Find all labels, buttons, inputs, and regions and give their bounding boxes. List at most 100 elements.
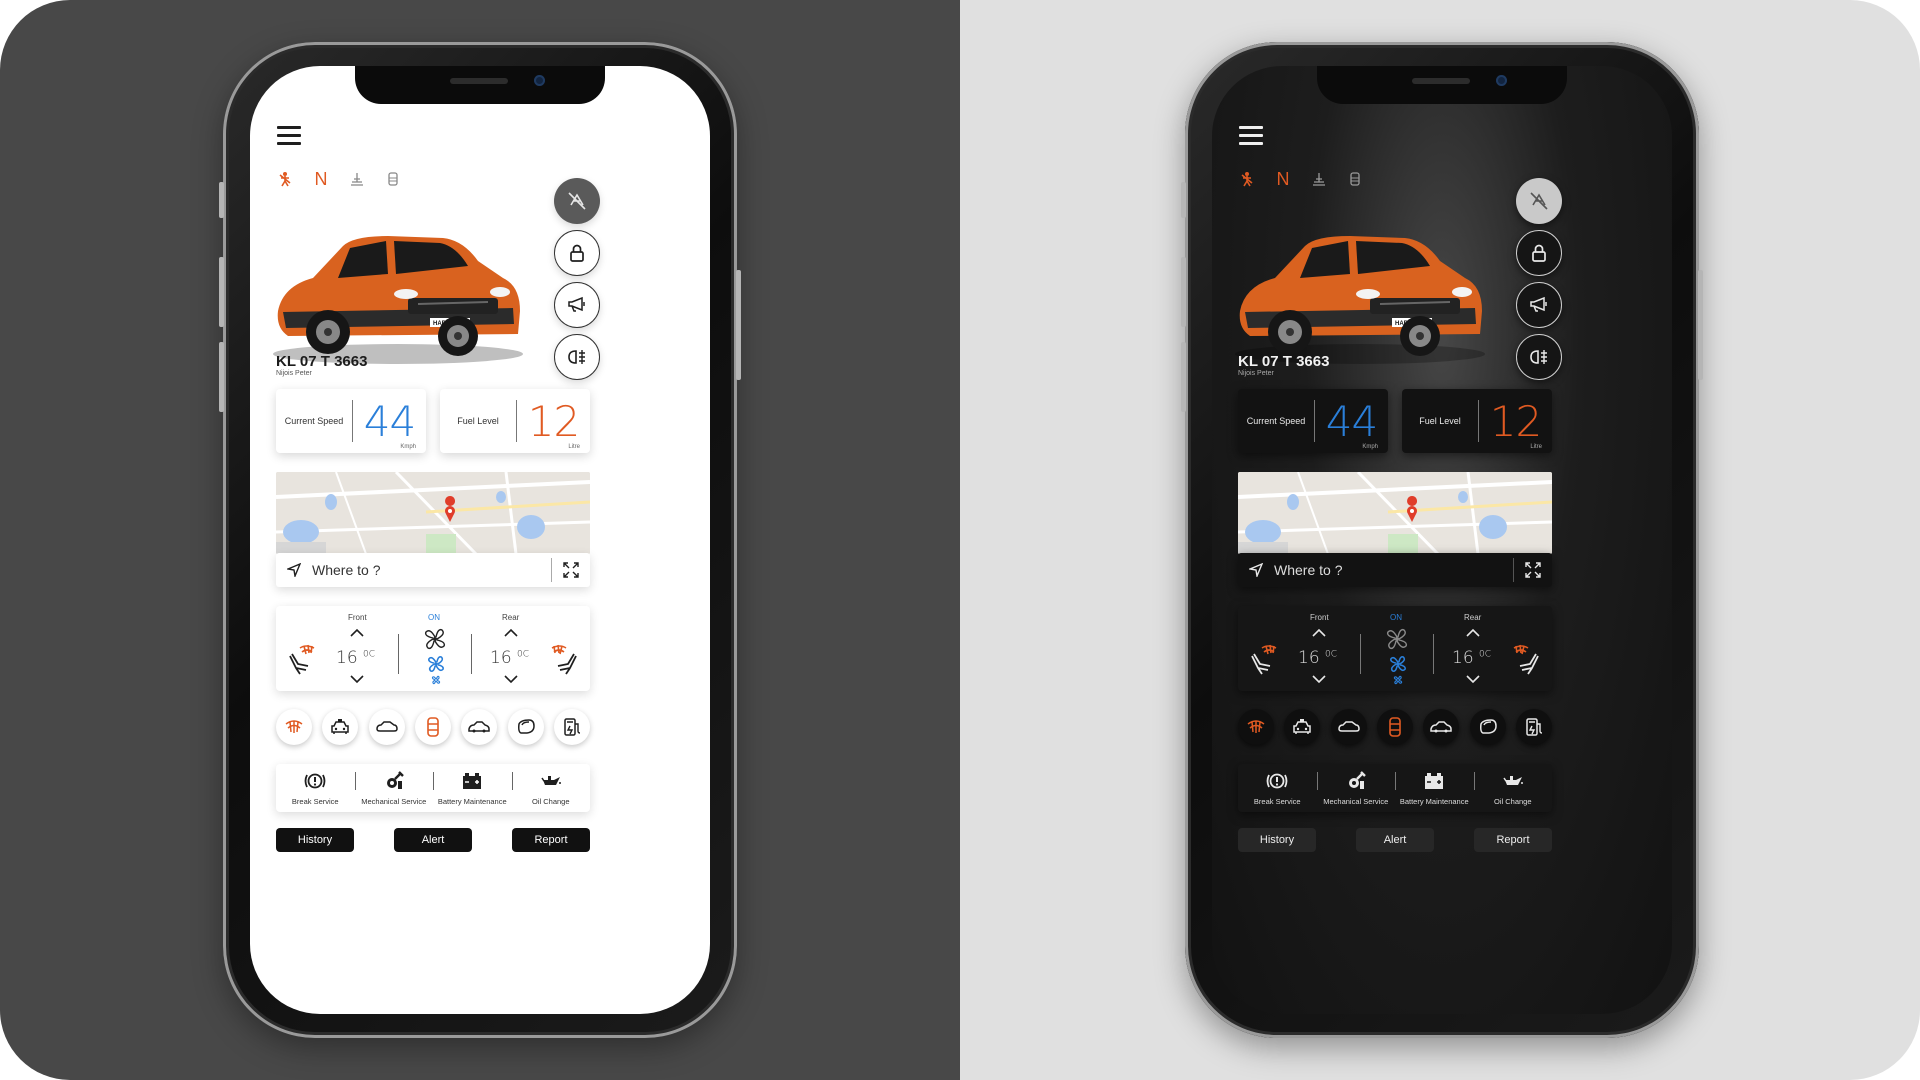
fan-blue-icon xyxy=(1390,656,1406,672)
speed-unit: Kmph xyxy=(400,444,416,450)
mechanical-service-item[interactable]: Mechanical Service xyxy=(1316,764,1396,812)
history-button[interactable]: History xyxy=(276,828,354,852)
lock-button[interactable] xyxy=(1516,230,1562,276)
horn-button[interactable] xyxy=(554,282,600,328)
car-top-button[interactable] xyxy=(368,709,405,745)
rear-defrost-icon xyxy=(1247,720,1265,733)
report-button[interactable]: Report xyxy=(512,828,590,852)
car-seat-button[interactable] xyxy=(414,709,451,745)
owner-name: Nijois Peter xyxy=(1238,370,1274,377)
fuel-level-card: Fuel Level 12 Litre xyxy=(440,389,590,453)
service-panel: Break Service Mechanical Service Battery… xyxy=(276,764,590,812)
power-button xyxy=(736,270,741,380)
fuel-level-card: Fuel Level 12 Litre xyxy=(1402,389,1552,453)
battery-maintenance-label: Battery Maintenance xyxy=(437,796,507,806)
fuel-label: Fuel Level xyxy=(1419,416,1461,426)
engine-off-icon xyxy=(1530,192,1548,210)
engine-off-button[interactable] xyxy=(554,178,600,224)
taxi-button[interactable] xyxy=(322,709,359,745)
fuel-value: 12 xyxy=(1489,396,1542,446)
quick-actions-row xyxy=(1238,709,1552,745)
hamburger-menu-icon[interactable] xyxy=(277,125,301,145)
expand-map-icon[interactable] xyxy=(1514,562,1552,578)
destination-search[interactable]: Where to ? xyxy=(1238,553,1552,587)
break-service-item[interactable]: Break Service xyxy=(276,764,355,812)
front-temp-down-chevron-icon[interactable] xyxy=(350,674,364,684)
wrench-gear-icon xyxy=(386,770,404,789)
search-placeholder[interactable]: Where to ? xyxy=(312,562,551,578)
front-temp-up-chevron-icon[interactable] xyxy=(350,628,364,638)
horn-button[interactable] xyxy=(1516,282,1562,328)
bottom-actions: History Alert Report xyxy=(1238,828,1552,852)
break-service-label: Break Service xyxy=(291,796,339,806)
search-placeholder[interactable]: Where to ? xyxy=(1274,562,1513,578)
mute-switch xyxy=(1181,182,1186,218)
oil-change-item[interactable]: Oil Change xyxy=(511,764,591,812)
front-temp-down-chevron-icon[interactable] xyxy=(1312,674,1326,684)
battery-maintenance-item[interactable]: Battery Maintenance xyxy=(1395,764,1474,812)
rear-temp-down-chevron-icon[interactable] xyxy=(1466,674,1480,684)
mirror-button[interactable] xyxy=(1469,709,1506,745)
fan-speed-icon[interactable] xyxy=(422,626,448,652)
history-button[interactable]: History xyxy=(1238,828,1316,852)
presentation-canvas: N HARRIER xyxy=(0,0,1920,1080)
destination-search[interactable]: Where to ? xyxy=(276,553,590,587)
car-side-button[interactable] xyxy=(1423,709,1460,745)
break-service-item[interactable]: Break Service xyxy=(1238,764,1317,812)
fuel-door-button[interactable] xyxy=(1515,709,1552,745)
fuel-door-button[interactable] xyxy=(553,709,590,745)
battery-maintenance-item[interactable]: Battery Maintenance xyxy=(433,764,512,812)
engine-off-button[interactable] xyxy=(1516,178,1562,224)
car-seat-button[interactable] xyxy=(1376,709,1413,745)
rear-temp-up-chevron-icon[interactable] xyxy=(504,628,518,638)
climate-control-panel: Front ON Rear 16 0C 16 0C xyxy=(1238,606,1552,691)
expand-map-icon[interactable] xyxy=(552,562,590,578)
rear-defrost-button[interactable] xyxy=(276,709,312,745)
car-top-button[interactable] xyxy=(1330,709,1367,745)
rear-defrost-icon xyxy=(285,720,303,733)
current-speed-card: Current Speed 44 Kmph xyxy=(276,389,426,453)
front-temp-up-chevron-icon[interactable] xyxy=(1312,628,1326,638)
rear-defrost-button[interactable] xyxy=(1238,709,1274,745)
front-seat-heater-icon[interactable] xyxy=(284,642,318,676)
horn-icon xyxy=(1530,296,1547,312)
rear-seat-heater-icon[interactable] xyxy=(548,642,582,676)
speed-unit: Kmph xyxy=(1362,444,1378,450)
location-map[interactable] xyxy=(1238,472,1552,554)
front-camera xyxy=(534,75,545,86)
fuel-door-icon xyxy=(1526,718,1543,736)
handbrake-icon xyxy=(348,170,366,188)
navigation-arrow-icon[interactable] xyxy=(1238,563,1274,577)
fan-small-icon xyxy=(431,675,441,685)
hamburger-menu-icon[interactable] xyxy=(1239,125,1263,145)
taxi-button[interactable] xyxy=(1284,709,1321,745)
mirror-icon xyxy=(517,719,535,734)
headlight-button[interactable] xyxy=(554,334,600,380)
oil-change-item[interactable]: Oil Change xyxy=(1473,764,1553,812)
headlight-button[interactable] xyxy=(1516,334,1562,380)
front-seat-heater-icon[interactable] xyxy=(1246,642,1280,676)
navigation-arrow-icon[interactable] xyxy=(276,563,312,577)
report-button[interactable]: Report xyxy=(1474,828,1552,852)
alert-button[interactable]: Alert xyxy=(1356,828,1434,852)
location-map[interactable] xyxy=(276,472,590,554)
rear-temperature: 16 0C xyxy=(490,648,530,668)
rear-temp-up-chevron-icon[interactable] xyxy=(1466,628,1480,638)
mechanical-service-item[interactable]: Mechanical Service xyxy=(354,764,434,812)
rear-temp-down-chevron-icon[interactable] xyxy=(504,674,518,684)
rear-seat-heater-icon[interactable] xyxy=(1510,642,1544,676)
lock-icon xyxy=(1532,244,1546,262)
car-side-button[interactable] xyxy=(461,709,498,745)
quick-actions-row xyxy=(276,709,590,745)
front-zone-label: Front xyxy=(348,613,367,622)
fuel-label: Fuel Level xyxy=(457,416,499,426)
speed-value: 44 xyxy=(1325,396,1378,446)
mirror-button[interactable] xyxy=(507,709,544,745)
vehicle-status-indicators: N xyxy=(276,168,402,189)
alert-button[interactable]: Alert xyxy=(394,828,472,852)
seatbelt-icon xyxy=(1238,170,1256,188)
lock-button[interactable] xyxy=(554,230,600,276)
license-plate: KL 07 T 3663 xyxy=(276,353,368,370)
fan-speed-icon[interactable] xyxy=(1384,626,1410,652)
neutral-gear-indicator: N xyxy=(314,168,328,189)
